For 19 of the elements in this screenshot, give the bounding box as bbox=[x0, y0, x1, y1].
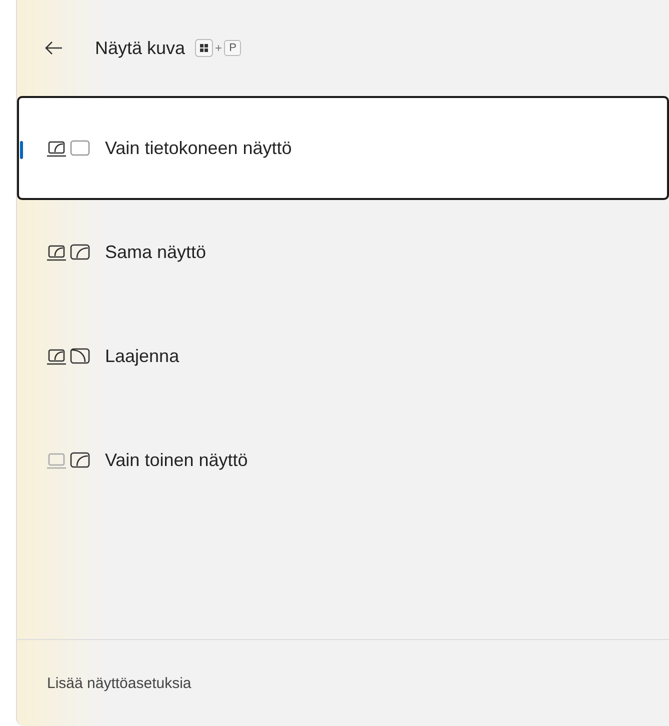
p-key: P bbox=[224, 40, 242, 56]
option-label: Sama näyttö bbox=[105, 242, 206, 262]
selection-indicator bbox=[20, 141, 23, 159]
windows-key-icon bbox=[195, 39, 214, 57]
projection-option[interactable]: Vain tietokoneen näyttö bbox=[17, 96, 669, 200]
back-arrow-icon[interactable] bbox=[45, 41, 63, 55]
display-mode-icon bbox=[47, 450, 91, 470]
projection-option[interactable]: Vain toinen näyttö bbox=[17, 408, 669, 512]
option-label: Laajenna bbox=[105, 346, 180, 366]
projection-option[interactable]: Laajenna bbox=[17, 304, 669, 408]
plus-sign: + bbox=[215, 41, 222, 55]
display-mode-icon bbox=[47, 138, 91, 158]
panel-title: Näytä kuva bbox=[95, 38, 186, 58]
option-label: Vain toinen näyttö bbox=[105, 450, 248, 470]
option-label: Vain tietokoneen näyttö bbox=[105, 138, 292, 158]
display-mode-icon bbox=[47, 242, 91, 262]
display-mode-icon bbox=[47, 346, 91, 366]
projection-option[interactable]: Sama näyttö bbox=[17, 200, 669, 304]
more-display-settings-link[interactable]: Lisää näyttöasetuksia bbox=[47, 674, 192, 692]
